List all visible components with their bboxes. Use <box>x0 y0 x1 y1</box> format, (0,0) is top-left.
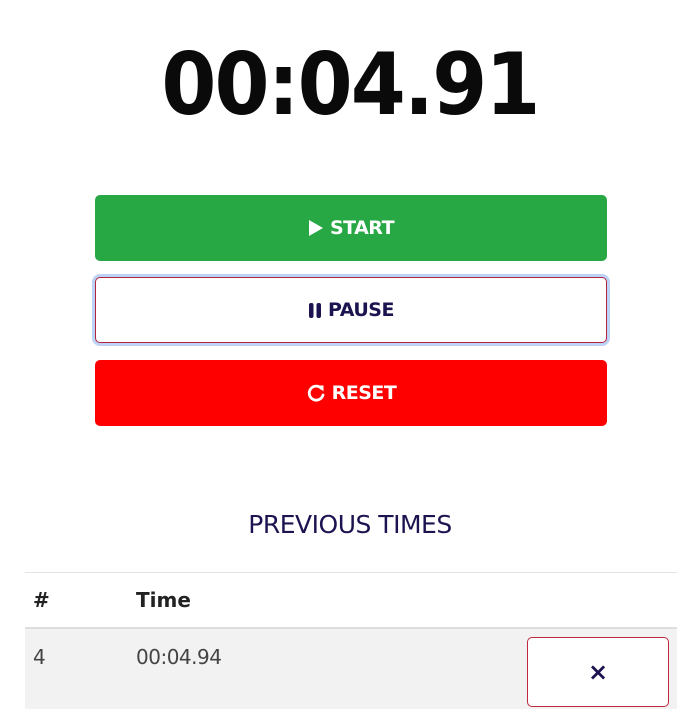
reset-button-label: RESET <box>331 382 397 404</box>
row-time: 00:04.94 <box>136 645 222 669</box>
previous-times-heading: PREVIOUS TIMES <box>248 510 452 539</box>
timer-display: 00:04.91 <box>161 35 540 135</box>
previous-times-table: # Time 4 00:04.94 × <box>25 572 677 709</box>
table-header: # Time <box>25 573 677 629</box>
column-header-number: # <box>33 588 50 612</box>
close-icon: × <box>587 658 609 686</box>
reset-button[interactable]: RESET <box>95 360 607 426</box>
row-index: 4 <box>33 645 46 669</box>
delete-time-button[interactable]: × <box>527 637 669 707</box>
pause-button[interactable]: PAUSE <box>95 277 607 343</box>
column-header-time: Time <box>136 588 191 612</box>
pause-icon <box>308 302 322 319</box>
pause-button-label: PAUSE <box>328 299 394 321</box>
start-button[interactable]: START <box>95 195 607 261</box>
play-icon <box>308 219 324 237</box>
table-row: 4 00:04.94 × <box>25 629 677 709</box>
start-button-label: START <box>329 217 395 239</box>
refresh-icon <box>306 383 326 403</box>
